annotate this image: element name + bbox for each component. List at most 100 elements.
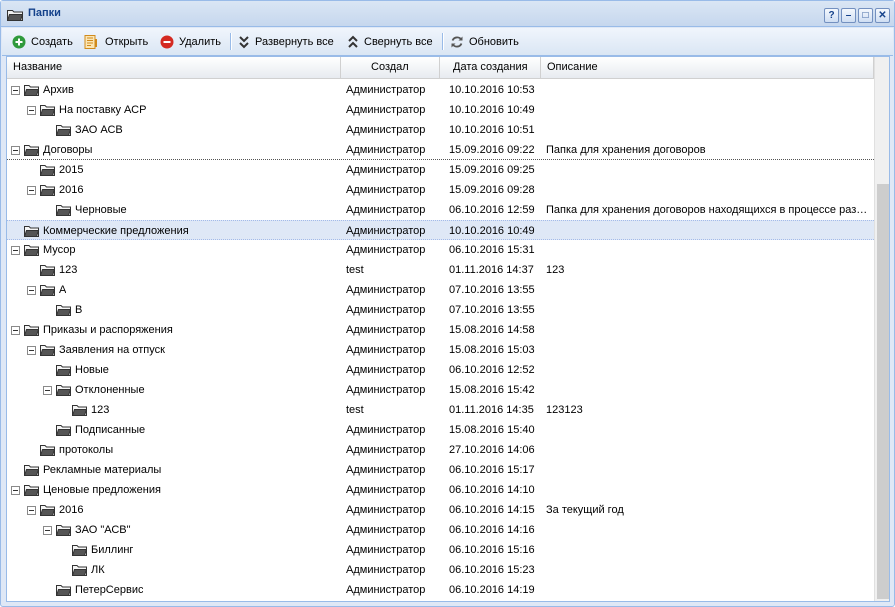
folder-author: Администратор xyxy=(346,464,426,476)
folder-author: Администратор xyxy=(346,124,426,136)
folder-icon xyxy=(23,144,40,159)
folder-icon xyxy=(23,324,40,339)
collapse-toggle-icon[interactable] xyxy=(27,286,36,295)
collapse-toggle-icon[interactable] xyxy=(11,86,20,95)
tree-row[interactable]: 2016 Администратор 06.10.2016 14:15 За теку… xyxy=(7,500,874,520)
folder-icon xyxy=(39,504,56,519)
folder-created-date: 01.11.2016 14:35 xyxy=(449,404,534,416)
folder-created-date: 07.10.2016 13:55 xyxy=(449,284,535,296)
open-button[interactable]: Открыть xyxy=(84,33,148,51)
tree-row[interactable]: Рекламные материалы Администратор 06.10.20… xyxy=(7,460,874,480)
expand-all-label: Развернуть все xyxy=(255,36,334,48)
collapse-toggle-icon[interactable] xyxy=(43,386,52,395)
tree-row[interactable]: А Администратор 07.10.2016 13:55 xyxy=(7,280,874,300)
tree-row[interactable]: 123 test 01.11.2016 14:35 123123 xyxy=(7,400,874,420)
folder-icon xyxy=(71,404,88,419)
folder-icon xyxy=(55,584,72,599)
collapse-toggle-icon[interactable] xyxy=(27,106,36,115)
folder-icon xyxy=(39,104,56,119)
maximize-tool-button[interactable]: □ xyxy=(858,8,873,23)
collapse-toggle-icon[interactable] xyxy=(11,326,20,335)
folder-name: Мусор xyxy=(43,244,76,256)
folder-created-date: 06.10.2016 14:19 xyxy=(449,584,535,596)
column-header-name[interactable]: Название xyxy=(7,57,341,79)
folder-author: Администратор xyxy=(346,384,426,396)
tree-row[interactable]: В Администратор 07.10.2016 13:55 xyxy=(7,300,874,320)
collapse-toggle-icon[interactable] xyxy=(11,146,20,155)
folder-icon xyxy=(39,164,56,179)
create-button[interactable]: Создать xyxy=(12,33,73,51)
column-header-description[interactable]: Описание xyxy=(541,57,874,79)
close-tool-button[interactable]: ✕ xyxy=(875,8,890,23)
tree-row[interactable]: 2015 Администратор 15.09.2016 09:25 xyxy=(7,160,874,180)
folder-name: 2016 xyxy=(59,184,84,196)
tree-row[interactable]: 123 test 01.11.2016 14:37 123 xyxy=(7,260,874,280)
minimize-tool-button[interactable]: – xyxy=(841,8,856,23)
vertical-scrollbar[interactable] xyxy=(874,57,889,601)
folder-icon xyxy=(55,124,72,139)
tree-row[interactable]: Подписанные Администратор 15.08.2016 15:40 xyxy=(7,420,874,440)
tree-row[interactable]: Черновые Администратор 06.10.2016 12:59 Пап… xyxy=(7,200,874,220)
folder-author: Администратор xyxy=(346,104,426,116)
delete-button[interactable]: Удалить xyxy=(160,33,221,51)
folder-created-date: 06.10.2016 14:15 xyxy=(449,504,535,516)
folder-author: test xyxy=(346,404,364,416)
folder-name: А xyxy=(59,284,67,296)
tree-row[interactable]: Заявления на отпуск Администратор 15.08.20… xyxy=(7,340,874,360)
folder-name: Черновые xyxy=(75,204,127,216)
collapse-toggle-icon[interactable] xyxy=(11,486,20,495)
folder-name: На поставку АСР xyxy=(59,104,147,116)
tree-row[interactable]: ЗАО "АСВ" Администратор 06.10.2016 14:16 xyxy=(7,520,874,540)
tree-row[interactable]: ЛК Администратор 06.10.2016 15:23 xyxy=(7,560,874,580)
folder-name: Архив xyxy=(43,84,74,96)
folder-author: Администратор xyxy=(346,284,426,296)
collapse-toggle-icon[interactable] xyxy=(27,506,36,515)
folder-icon xyxy=(55,364,72,379)
tree-row[interactable]: 2016 Администратор 15.09.2016 09:28 xyxy=(7,180,874,200)
folder-created-date: 10.10.2016 10:49 xyxy=(449,225,535,237)
folder-created-date: 10.10.2016 10:51 xyxy=(449,124,535,136)
tree-row[interactable]: ЗАО АСВ Администратор 10.10.2016 10:51 xyxy=(7,120,874,140)
collapse-all-button[interactable]: Свернуть все xyxy=(347,33,433,51)
double-chevron-down-icon xyxy=(239,36,249,49)
collapse-toggle-icon[interactable] xyxy=(27,186,36,195)
tree-row[interactable]: Архив Администратор 10.10.2016 10:53 xyxy=(7,80,874,100)
tree-row[interactable]: Приказы и распоряжения Администратор 15.08… xyxy=(7,320,874,340)
folder-name: протоколы xyxy=(59,444,114,456)
folder-name: ЛК xyxy=(91,564,105,576)
folder-name: Коммерческие предложения xyxy=(43,225,189,237)
expand-all-button[interactable]: Развернуть все xyxy=(238,33,334,51)
collapse-toggle-icon[interactable] xyxy=(11,246,20,255)
collapse-toggle-icon[interactable] xyxy=(27,346,36,355)
folder-name: Ценовые предложения xyxy=(43,484,161,496)
folder-author: Администратор xyxy=(346,84,426,96)
tree-row[interactable]: Отклоненные Администратор 15.08.2016 15:42 xyxy=(7,380,874,400)
tree-row[interactable]: Коммерческие предложения Администратор 10.… xyxy=(7,220,874,240)
tree-row[interactable]: Новые Администратор 06.10.2016 12:52 xyxy=(7,360,874,380)
open-label: Открыть xyxy=(105,36,149,48)
tree-row[interactable]: ПетерСервис Администратор 06.10.2016 14:19 xyxy=(7,580,874,600)
folder-author: Администратор xyxy=(346,364,426,376)
grid-body: Архив Администратор 10.10.2016 10:53 На пос… xyxy=(7,79,874,601)
tree-row[interactable]: Биллинг Администратор 06.10.2016 15:16 xyxy=(7,540,874,560)
column-header-author[interactable]: Создал xyxy=(341,57,440,79)
refresh-button[interactable]: Обновить xyxy=(450,33,519,51)
tree-row[interactable]: протоколы Администратор 27.10.2016 14:06 xyxy=(7,440,874,460)
tree-row[interactable]: Мусор Администратор 06.10.2016 15:31 xyxy=(7,240,874,260)
help-tool-button[interactable]: ? xyxy=(824,8,839,23)
folder-name: Приказы и распоряжения xyxy=(43,324,173,336)
folder-icon xyxy=(23,225,40,240)
tree-row[interactable]: Договоры Администратор 15.09.2016 09:22 Пап… xyxy=(7,140,874,160)
folder-description: За текущий год xyxy=(546,504,624,516)
folder-author: Администратор xyxy=(346,444,426,456)
tree-row[interactable]: На поставку АСР Администратор 10.10.2016 1… xyxy=(7,100,874,120)
folder-author: Администратор xyxy=(346,584,426,596)
column-header-date[interactable]: Дата создания xyxy=(440,57,541,79)
scrollbar-thumb[interactable] xyxy=(877,184,889,599)
folder-icon xyxy=(55,384,72,399)
toolbar: Создать Открыть Удалить Развернуть все С… xyxy=(2,28,893,56)
tree-row[interactable]: Ценовые предложения Администратор 06.10.20… xyxy=(7,480,874,500)
collapse-toggle-icon[interactable] xyxy=(43,526,52,535)
folder-description: 123123 xyxy=(546,404,583,416)
folder-author: Администратор xyxy=(346,504,426,516)
